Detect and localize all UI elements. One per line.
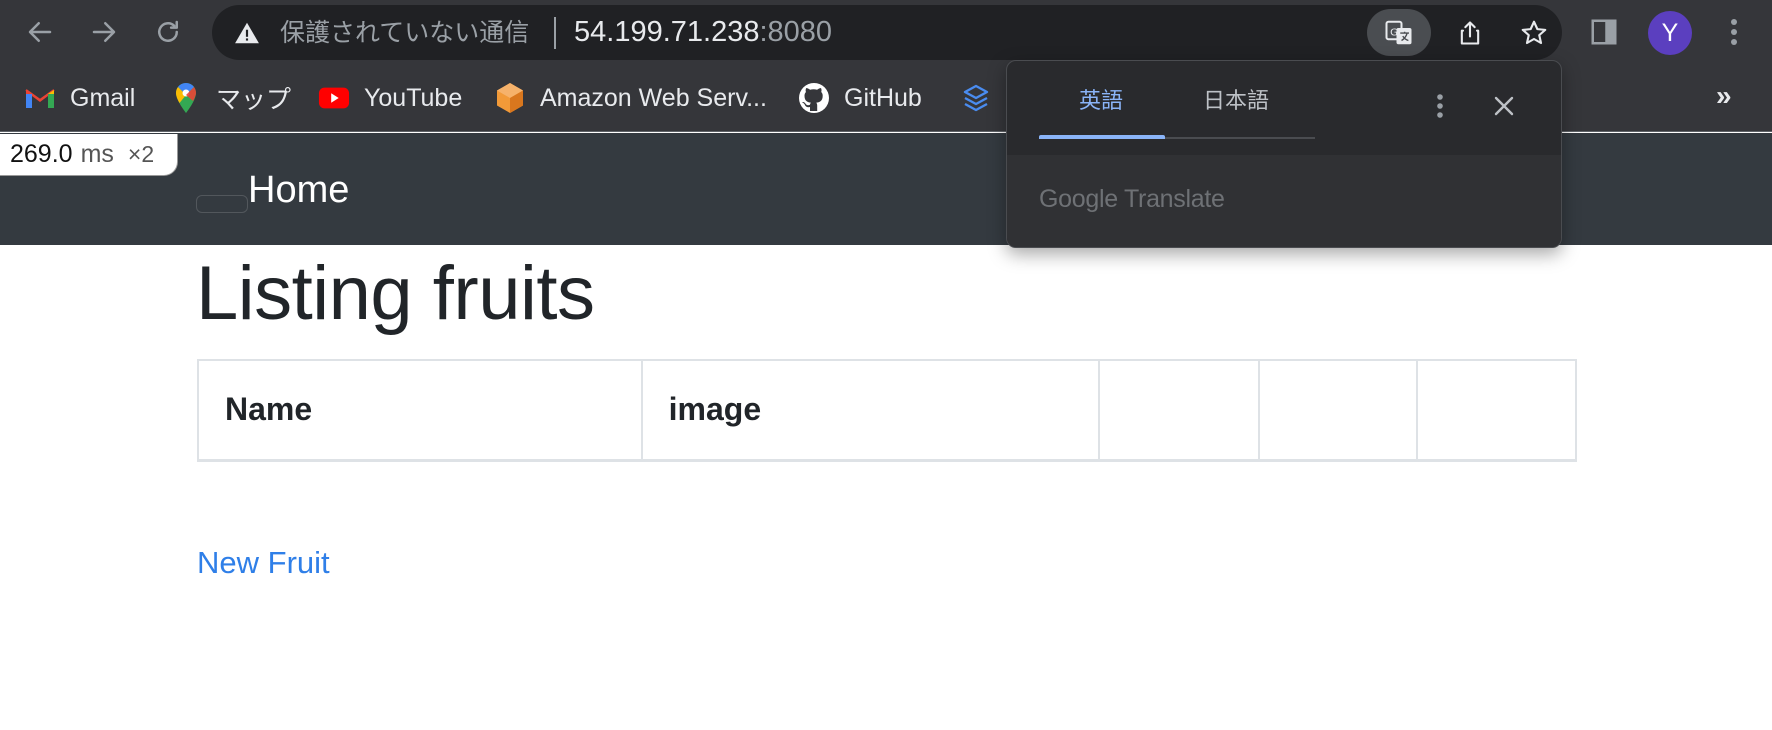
share-icon: [1460, 21, 1480, 45]
render-timer-badge: 269.0 ms ×2: [0, 134, 178, 176]
back-button[interactable]: [20, 12, 60, 52]
navbar-toggler-button[interactable]: [196, 195, 248, 213]
translate-button[interactable]: G: [1367, 9, 1431, 56]
tab-target-language[interactable]: 日本語: [1203, 91, 1269, 113]
url-port: :8080: [759, 16, 833, 48]
column-header-action: [1098, 359, 1260, 462]
active-tab-indicator: [1039, 135, 1165, 139]
maps-icon: [170, 82, 202, 114]
bookmark-layers[interactable]: [960, 78, 992, 118]
bookmark-label: Gmail: [70, 83, 136, 112]
more-vert-icon: [1437, 94, 1443, 118]
table-header-row: Name image: [197, 359, 1578, 462]
timer-value: 269.0: [10, 140, 73, 168]
reload-icon: [158, 20, 178, 42]
language-tabs: 英語 日本語: [1039, 61, 1315, 139]
star-icon: [1521, 20, 1547, 45]
arrow-right-icon: [92, 22, 116, 42]
navbar-brand-home[interactable]: Home: [248, 171, 349, 209]
column-header-name: Name: [197, 359, 643, 462]
bookmark-label: Amazon Web Serv...: [540, 83, 767, 112]
bookmark-aws[interactable]: Amazon Web Serv...: [494, 78, 767, 118]
layers-icon: [960, 82, 992, 114]
bookmark-label: GitHub: [844, 83, 922, 112]
url-text[interactable]: 54.199.71.238:8080: [574, 18, 832, 47]
new-fruit-link[interactable]: New Fruit: [197, 547, 330, 578]
bookmark-maps[interactable]: マップ: [170, 78, 291, 118]
profile-avatar[interactable]: Y: [1648, 11, 1692, 55]
close-icon: [1494, 96, 1514, 116]
timer-unit: ms: [80, 140, 114, 168]
forward-button[interactable]: [84, 12, 124, 52]
translate-options-button[interactable]: [1425, 89, 1455, 123]
column-header-action: [1257, 359, 1418, 462]
security-label[interactable]: 保護されていない通信: [280, 20, 529, 45]
bookmark-youtube[interactable]: YouTube: [318, 78, 462, 118]
bookmark-label: マップ: [216, 86, 292, 114]
url-host: 54.199.71.238: [574, 16, 760, 48]
url-separator: [554, 17, 556, 49]
translate-icon: G: [1385, 20, 1412, 44]
more-vert-icon: [1731, 19, 1737, 45]
page-title: Listing fruits: [196, 251, 595, 336]
tab-source-language[interactable]: 英語: [1079, 91, 1123, 113]
side-panel-button[interactable]: [1584, 12, 1624, 52]
translate-close-button[interactable]: [1487, 89, 1521, 123]
address-bar[interactable]: 保護されていない通信 54.199.71.238:8080 G: [212, 5, 1562, 60]
timer-multiplier: ×2: [127, 141, 155, 167]
youtube-icon: [318, 82, 350, 114]
translate-popup: 英語 日本語 Google Translate: [1006, 60, 1562, 248]
share-button[interactable]: [1450, 13, 1490, 53]
side-panel-icon: [1591, 19, 1617, 45]
browser-menu-button[interactable]: [1716, 12, 1752, 52]
github-icon: [798, 82, 830, 114]
column-header-image: image: [640, 359, 1101, 462]
reload-button[interactable]: [148, 12, 188, 52]
svg-text:G: G: [1390, 27, 1398, 38]
bookmarks-overflow-button[interactable]: »: [1716, 80, 1732, 112]
aws-icon: [494, 82, 526, 114]
warning-icon[interactable]: [234, 20, 260, 46]
column-header-action: [1415, 359, 1578, 462]
arrow-left-icon: [28, 22, 52, 42]
google-translate-brand: Google Translate: [1039, 185, 1225, 213]
bookmark-github[interactable]: GitHub: [798, 78, 922, 118]
gmail-icon: [24, 82, 56, 114]
browser-toolbar: 保護されていない通信 54.199.71.238:8080 G Y: [0, 0, 1772, 64]
bookmark-gmail[interactable]: Gmail: [24, 78, 135, 118]
bookmark-star-button[interactable]: [1514, 13, 1554, 53]
bookmark-label: YouTube: [364, 83, 463, 112]
fruits-table: Name image: [197, 359, 1578, 462]
